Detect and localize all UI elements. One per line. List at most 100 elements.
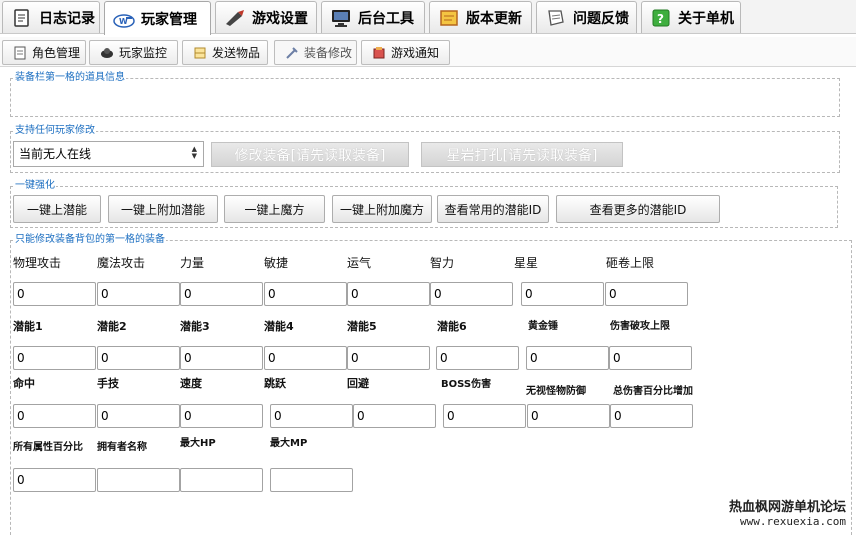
view-common-ids-button[interactable]: 查看常用的潜能ID	[437, 195, 549, 223]
ignore-defense-input[interactable]	[527, 404, 610, 428]
stat-label-max-mp: 最大MP	[270, 438, 308, 449]
item-info-group-label: 装备栏第一格的道具信息	[14, 72, 126, 84]
tab-feedback[interactable]: 问题反馈	[536, 1, 637, 33]
potential-6-input[interactable]	[436, 346, 519, 370]
stat-label-max-hp: 最大HP	[180, 438, 216, 449]
total-damage-percent-input[interactable]	[610, 404, 693, 428]
physical-attack-input[interactable]	[13, 282, 96, 306]
feedback-icon	[545, 8, 567, 28]
tab-game-settings[interactable]: 游戏设置	[215, 1, 317, 33]
star-stone-button[interactable]: 星岩打孔[请先读取装备]	[421, 142, 623, 167]
spin-arrows-icon[interactable]: ▲ ▼	[192, 146, 197, 160]
stat-label-hand-skill: 手技	[97, 377, 119, 390]
potential-1-input[interactable]	[13, 346, 96, 370]
journal-icon	[11, 8, 33, 28]
speed-input[interactable]	[180, 404, 263, 428]
equipment-stats-group-label: 只能修改装备背包的第一格的装备	[14, 234, 166, 246]
sub-tab-bar: 角色管理 玩家监控 发送物品 装备修改 游戏通知	[0, 37, 856, 67]
player-select[interactable]: 当前无人在线 ▲ ▼	[13, 141, 204, 167]
stat-label-potential-3: 潜能3	[180, 320, 210, 333]
user-manage-icon: W	[113, 9, 135, 29]
hand-skill-input[interactable]	[97, 404, 180, 428]
one-click-extra-potential-button-label: 一键上附加潜能	[120, 202, 205, 217]
max-hp-input[interactable]	[180, 468, 263, 492]
one-click-extra-scroll-button[interactable]: 一键上附加魔方	[332, 195, 432, 223]
subtab-equipment-modify[interactable]: 装备修改	[274, 40, 357, 65]
magic-attack-input[interactable]	[97, 282, 180, 306]
one-click-extra-potential-button[interactable]: 一键上附加潜能	[108, 195, 218, 223]
one-click-scroll-button[interactable]: 一键上魔方	[224, 195, 325, 223]
boss-damage-input[interactable]	[443, 404, 526, 428]
potential-2-input[interactable]	[97, 346, 180, 370]
potential-4-input[interactable]	[264, 346, 347, 370]
monitor-icon	[330, 8, 352, 28]
golden-hammer-input[interactable]	[526, 346, 609, 370]
potential-5-input[interactable]	[347, 346, 430, 370]
stat-label-potential-4: 潜能4	[264, 320, 294, 333]
stat-label-total-damage-percent: 总伤害百分比增加	[613, 386, 693, 397]
stat-label-damage-cap: 伤害破攻上限	[610, 321, 670, 332]
watermark: 热血枫网游单机论坛 www.rexuexia.com	[729, 500, 846, 528]
all-stats-percent-input[interactable]	[13, 468, 96, 492]
subtab-character-manage[interactable]: 角色管理	[2, 40, 86, 65]
one-click-scroll-button-label: 一键上魔方	[244, 202, 305, 217]
view-more-ids-button-label: 查看更多的潜能ID	[589, 202, 687, 217]
stat-label-stars: 星星	[514, 256, 539, 270]
tab-about-label: 关于单机	[678, 10, 734, 27]
stat-label-luck: 运气	[347, 256, 372, 270]
dexterity-input[interactable]	[264, 282, 347, 306]
notice-icon	[372, 46, 386, 60]
one-click-potential-button-label: 一键上潜能	[26, 202, 87, 217]
star-stone-button-label: 星岩打孔[请先读取装备]	[446, 147, 598, 164]
item-info-group: 装备栏第一格的道具信息	[10, 72, 840, 117]
stat-label-speed: 速度	[180, 377, 202, 390]
one-click-potential-button[interactable]: 一键上潜能	[13, 195, 101, 223]
watermark-title: 热血枫网游单机论坛	[728, 500, 846, 515]
accuracy-input[interactable]	[13, 404, 96, 428]
jump-input[interactable]	[270, 404, 353, 428]
monitor-icon	[100, 46, 114, 60]
subtab-game-notice-label: 游戏通知	[391, 46, 440, 60]
stat-label-avoid: 回避	[347, 377, 369, 390]
stars-input[interactable]	[521, 282, 604, 306]
modify-equipment-button[interactable]: 修改装备[请先读取装备]	[211, 142, 409, 167]
stat-label-scroll-limit: 砸卷上限	[606, 256, 655, 270]
send-item-icon	[193, 46, 207, 60]
tab-game-settings-label: 游戏设置	[252, 10, 308, 27]
subtab-player-monitor[interactable]: 玩家监控	[89, 40, 178, 65]
one-click-extra-scroll-button-label: 一键上附加魔方	[339, 202, 424, 217]
stat-label-magic-attack: 魔法攻击	[97, 256, 146, 270]
stat-label-dexterity: 敏捷	[264, 256, 289, 270]
view-more-ids-button[interactable]: 查看更多的潜能ID	[556, 195, 720, 223]
owner-name-input[interactable]	[97, 468, 180, 492]
tab-version-update-label: 版本更新	[466, 10, 522, 27]
one-click-group-label: 一键强化	[14, 180, 56, 192]
max-mp-input[interactable]	[270, 468, 353, 492]
stat-label-golden-hammer: 黄金锤	[528, 321, 558, 332]
view-common-ids-button-label: 查看常用的潜能ID	[444, 202, 542, 217]
avoid-input[interactable]	[353, 404, 436, 428]
stat-label-potential-6: 潜能6	[437, 320, 467, 333]
subtab-game-notice[interactable]: 游戏通知	[361, 40, 450, 65]
any-player-group-label: 支持任何玩家修改	[14, 125, 96, 137]
stat-label-jump: 跳跃	[264, 377, 286, 390]
stat-label-physical-attack: 物理攻击	[13, 256, 62, 270]
potential-3-input[interactable]	[180, 346, 263, 370]
scroll-limit-input[interactable]	[605, 282, 688, 306]
tab-backend-tools[interactable]: 后台工具	[321, 1, 425, 33]
intelligence-input[interactable]	[430, 282, 513, 306]
stat-label-strength: 力量	[180, 256, 205, 270]
subtab-character-manage-label: 角色管理	[32, 46, 81, 60]
stat-label-accuracy: 命中	[13, 377, 35, 390]
damage-cap-input[interactable]	[609, 346, 692, 370]
tab-version-update[interactable]: 版本更新	[429, 1, 532, 33]
stat-label-potential-1: 潜能1	[13, 320, 43, 333]
tab-about[interactable]: ? 关于单机	[641, 1, 741, 33]
tab-feedback-label: 问题反馈	[573, 10, 629, 27]
strength-input[interactable]	[180, 282, 263, 306]
subtab-send-item[interactable]: 发送物品	[182, 40, 268, 65]
tab-journal[interactable]: 日志记录	[2, 1, 100, 33]
game-settings-icon	[224, 8, 246, 28]
luck-input[interactable]	[347, 282, 430, 306]
tab-player-manage[interactable]: W 玩家管理	[104, 1, 211, 35]
